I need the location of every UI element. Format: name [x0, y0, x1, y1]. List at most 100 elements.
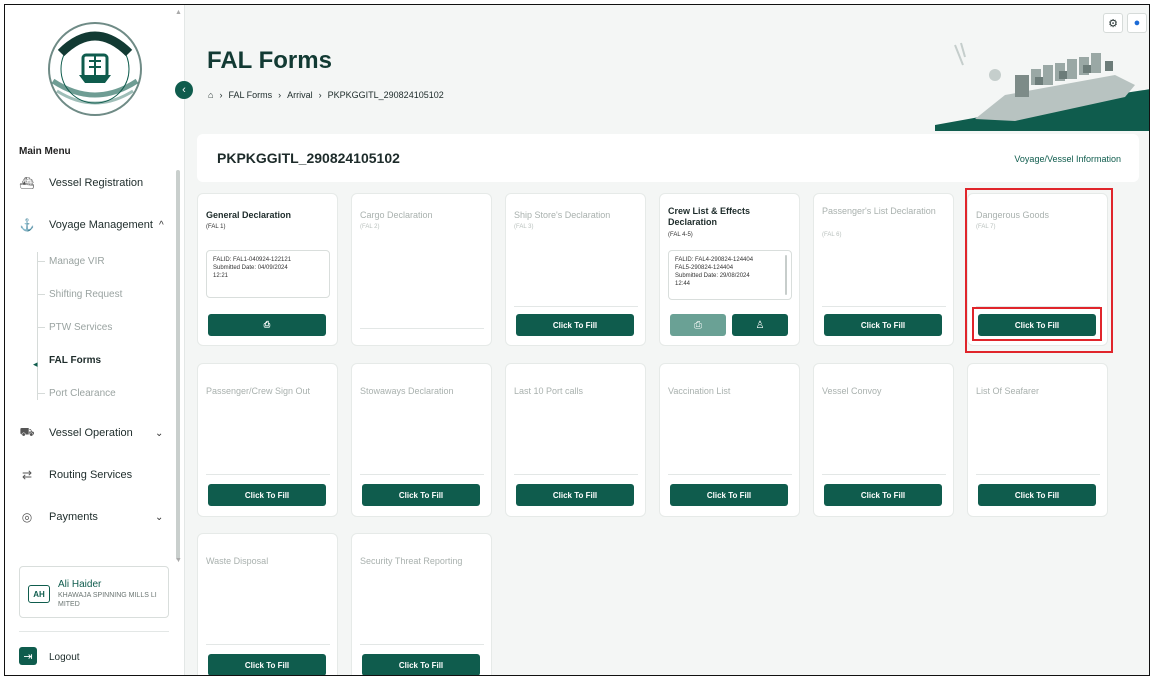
sidebar-item-label: Vessel Registration	[49, 177, 144, 189]
sidebar-item-voyage-management[interactable]: ⚓ Voyage Management ^	[19, 217, 164, 233]
breadcrumb-item[interactable]: FAL Forms	[228, 90, 272, 100]
submenu-dash	[37, 294, 45, 295]
sidebar-subitem-ptw-services[interactable]: PTW Services	[49, 322, 112, 333]
breadcrumb-item: PKPKGGITL_290824105102	[327, 90, 444, 100]
divider	[668, 474, 792, 475]
route-icon: ⇄	[21, 468, 33, 482]
logout-button[interactable]: Logout	[49, 652, 80, 663]
sidebar-item-vessel-registration[interactable]: ⛴ Vessel Registration	[19, 175, 143, 191]
submenu-dash	[37, 327, 45, 328]
sidebar-item-label: Payments	[49, 511, 98, 523]
divider	[822, 474, 946, 475]
voyage-vessel-info-link[interactable]: Voyage/Vessel Information	[1014, 154, 1121, 164]
sidebar-item-routing-services[interactable]: ⇄ Routing Services	[19, 467, 132, 483]
click-to-fill-button[interactable]: Click To Fill	[670, 484, 788, 506]
info-scrollbar[interactable]	[785, 255, 787, 295]
click-to-fill-button[interactable]: Click To Fill	[824, 314, 942, 336]
fal-card-vessel-convoy: Vessel Convoy Click To Fill	[813, 363, 954, 517]
submission-info: FALID: FAL4-290824-124404 FAL5-290824-12…	[668, 250, 792, 300]
fal-card-general-declaration: General Declaration (FAL 1) FALID: FAL1-…	[197, 193, 338, 346]
home-icon[interactable]: ⌂	[208, 90, 213, 100]
click-to-fill-button[interactable]: Click To Fill	[208, 654, 326, 675]
click-to-fill-button[interactable]: Click To Fill	[362, 654, 480, 675]
click-to-fill-button[interactable]: Click To Fill	[362, 484, 480, 506]
collapse-sidebar-button[interactable]: ‹	[175, 81, 193, 99]
chevron-down-icon: ⌄	[155, 427, 164, 439]
breadcrumb-item[interactable]: Arrival	[287, 90, 313, 100]
sidebar-item-vessel-operation[interactable]: ⛟ Vessel Operation ⌄	[19, 425, 163, 441]
card-subtitle: (FAL 3)	[514, 224, 534, 230]
scroll-up-icon[interactable]: ▲	[175, 9, 182, 16]
notification-icon[interactable]: ●	[1127, 13, 1147, 33]
submitted-time: 12:44	[675, 281, 691, 287]
print-button[interactable]: ⎙	[670, 314, 726, 336]
card-title: Ship Store's Declaration	[514, 210, 611, 220]
card-title: Passenger's List Declaration	[822, 206, 936, 216]
submitted-time: 12:21	[213, 273, 229, 279]
logout-icon[interactable]: ⇥	[19, 647, 37, 665]
app-window: ‹ ▲ ▼ Main Menu ⛴ Vessel Registration ⚓ …	[4, 4, 1150, 676]
fal-card-last-10-port-calls: Last 10 Port calls Click To Fill	[505, 363, 646, 517]
breadcrumb: ⌂ › FAL Forms › Arrival › PKPKGGITL_2908…	[208, 90, 444, 100]
divider	[514, 474, 638, 475]
sidebar-scrollbar[interactable]	[176, 170, 180, 560]
avatar: AH	[28, 585, 50, 603]
card-title: List Of Seafarer	[976, 386, 1040, 396]
user-card[interactable]: AH Ali Haider KHAWAJA SPINNING MILLS LI …	[19, 566, 169, 618]
ship-operation-icon: ⛟	[19, 425, 35, 439]
print-button[interactable]: ⎙	[208, 314, 326, 336]
fal-card-vaccination-list: Vaccination List Click To Fill	[659, 363, 800, 517]
submitted-date: Submitted Date: 29/08/2024	[675, 273, 750, 279]
card-title: Stowaways Declaration	[360, 386, 454, 396]
sidebar-subitem-manage-vir[interactable]: Manage VIR	[49, 256, 105, 267]
fal-card-stowaways-declaration: Stowaways Declaration Click To Fill	[351, 363, 492, 517]
scroll-down-icon[interactable]: ▼	[175, 557, 182, 564]
sidebar-item-payments[interactable]: ◎ Payments ⌄	[19, 509, 164, 525]
card-subtitle: (FAL 4-5)	[668, 232, 693, 238]
card-subtitle: (FAL 1)	[206, 224, 226, 230]
sidebar-subitem-port-clearance[interactable]: Port Clearance	[49, 388, 116, 399]
card-subtitle: (FAL 2)	[360, 224, 380, 230]
click-to-fill-button[interactable]: Click To Fill	[516, 484, 634, 506]
chevron-up-icon: ^	[159, 219, 164, 231]
users-icon: ♙	[755, 319, 765, 331]
active-indicator-icon: ◂	[33, 359, 38, 369]
click-to-fill-button[interactable]: Click To Fill	[516, 314, 634, 336]
fal-id: FALID: FAL1-040924-122121	[213, 257, 292, 263]
click-to-fill-button[interactable]: Click To Fill	[824, 484, 942, 506]
portverse-logo	[48, 22, 142, 116]
divider	[360, 474, 484, 475]
fal-card-ship-store-declaration: Ship Store's Declaration (FAL 3) Click T…	[505, 193, 646, 346]
highlight-box	[972, 307, 1102, 341]
click-to-fill-button[interactable]: Click To Fill	[978, 484, 1096, 506]
card-title: Vaccination List	[668, 386, 731, 396]
card-title: Waste Disposal	[206, 556, 269, 566]
card-title: Vessel Convoy	[822, 386, 882, 396]
voyage-reference-id: PKPKGGITL_290824105102	[217, 150, 400, 166]
card-title: Crew List & Effects Declaration	[668, 206, 751, 227]
divider	[206, 474, 330, 475]
chevron-right-icon: ›	[278, 90, 282, 100]
divider	[822, 306, 946, 307]
submenu-dash	[37, 261, 45, 262]
divider	[360, 644, 484, 645]
submenu-dash	[37, 393, 45, 394]
card-title: Last 10 Port calls	[514, 386, 584, 396]
fal-card-list-of-seafarer: List Of Seafarer Click To Fill	[967, 363, 1108, 517]
settings-icon[interactable]: ⚙	[1103, 13, 1123, 33]
ship-register-icon: ⛴	[19, 176, 35, 190]
click-to-fill-button[interactable]: Click To Fill	[208, 484, 326, 506]
crew-members-button[interactable]: ♙	[732, 314, 788, 336]
voyage-reference-bar: PKPKGGITL_290824105102 Voyage/Vessel Inf…	[197, 134, 1139, 182]
chevron-right-icon: ›	[219, 90, 223, 100]
fal-card-crew-list-declaration: Crew List & Effects Declaration (FAL 4-5…	[659, 193, 800, 346]
sidebar-subitem-fal-forms[interactable]: FAL Forms	[49, 355, 101, 366]
fal-card-passenger-crew-sign-out: Passenger/Crew Sign Out Click To Fill	[197, 363, 338, 517]
sidebar-subitem-shifting-request[interactable]: Shifting Request	[49, 289, 122, 300]
card-title: Security Threat Reporting	[360, 556, 463, 566]
anchor-icon: ⚓	[19, 218, 35, 232]
user-name: Ali Haider	[58, 579, 102, 590]
divider	[514, 306, 638, 307]
card-subtitle: (FAL 6)	[822, 232, 842, 238]
fal-card-security-threat-reporting: Security Threat Reporting Click To Fill	[351, 533, 492, 675]
